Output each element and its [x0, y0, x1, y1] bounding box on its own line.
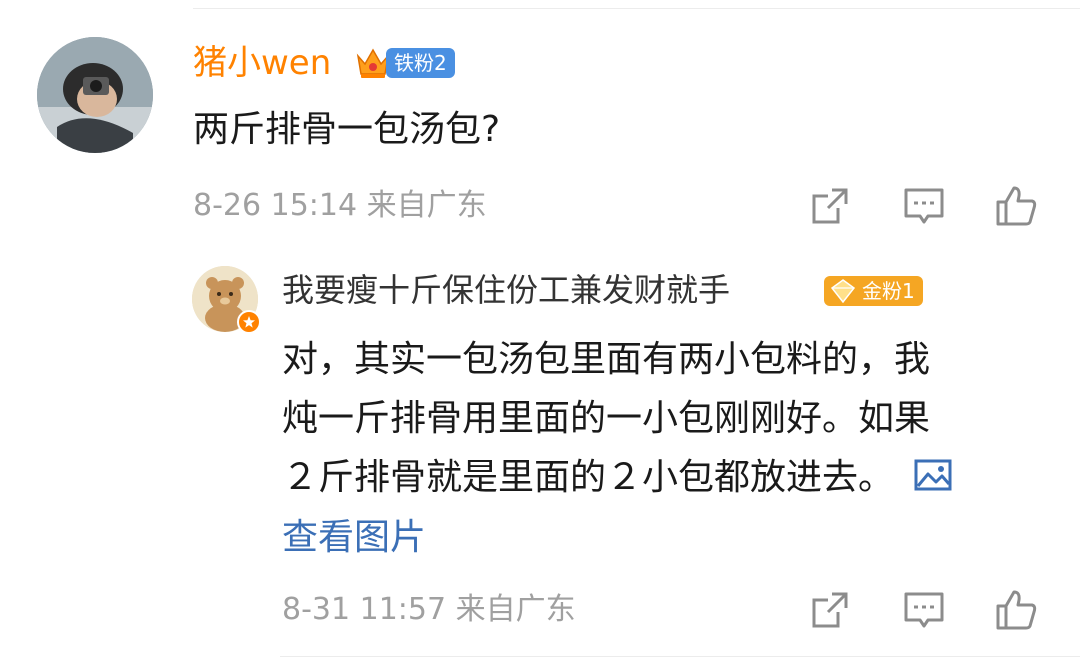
- reply-text: 对，其实一包汤包里面有两小包料的，我 炖一斤排骨用里面的一小包刚刚好。如果 ２斤…: [282, 330, 952, 507]
- top-divider: [193, 8, 1080, 9]
- reply-text-line: ２斤排骨就是里面的２小包都放进去。: [282, 457, 895, 498]
- share-icon: [812, 592, 848, 628]
- star-icon: [243, 316, 255, 328]
- comment-meta: 8-26 15:14 来自广东: [193, 186, 487, 226]
- reply-timestamp: 8-31 11:57: [282, 592, 447, 627]
- image-icon[interactable]: [914, 458, 952, 492]
- reply-username[interactable]: 我要瘦十斤保住份工兼发财就手: [282, 268, 730, 312]
- gold-fan-badge: 金粉1: [824, 276, 923, 306]
- like-icon: [996, 590, 1037, 630]
- avatar-photo: [37, 37, 153, 153]
- reply-comment-button[interactable]: [902, 588, 946, 632]
- like-icon: [996, 186, 1037, 226]
- iron-fan-badge: 铁粉2: [386, 48, 455, 78]
- share-button[interactable]: [808, 184, 852, 228]
- comment-username[interactable]: 猪小wen: [193, 40, 331, 86]
- view-images-link[interactable]: 查看图片: [282, 512, 426, 564]
- verified-badge: [237, 310, 261, 334]
- comment-icon: [904, 592, 944, 628]
- comment-text: 两斤排骨一包汤包?: [193, 109, 501, 150]
- bottom-divider: [280, 656, 1080, 657]
- reply-button[interactable]: [902, 184, 946, 228]
- reply-text-line: 对，其实一包汤包里面有两小包料的，我: [282, 339, 931, 380]
- reply-like-button[interactable]: [994, 588, 1038, 632]
- like-button[interactable]: [994, 184, 1038, 228]
- user-avatar[interactable]: [37, 37, 153, 153]
- comment-location: 来自广东: [366, 188, 487, 223]
- reply-meta: 8-31 11:57 来自广东: [282, 590, 576, 630]
- gem-icon: [830, 279, 856, 303]
- comment-icon: [904, 188, 944, 224]
- gold-fan-badge-label: 金粉1: [862, 279, 915, 303]
- reply-share-button[interactable]: [808, 588, 852, 632]
- reply-text-line-last: ２斤排骨就是里面的２小包都放进去。: [282, 448, 952, 507]
- reply-text-line: 炖一斤排骨用里面的一小包刚刚好。如果: [282, 398, 931, 439]
- comment-timestamp: 8-26 15:14: [193, 188, 358, 223]
- share-icon: [812, 188, 848, 224]
- reply-location: 来自广东: [455, 592, 576, 627]
